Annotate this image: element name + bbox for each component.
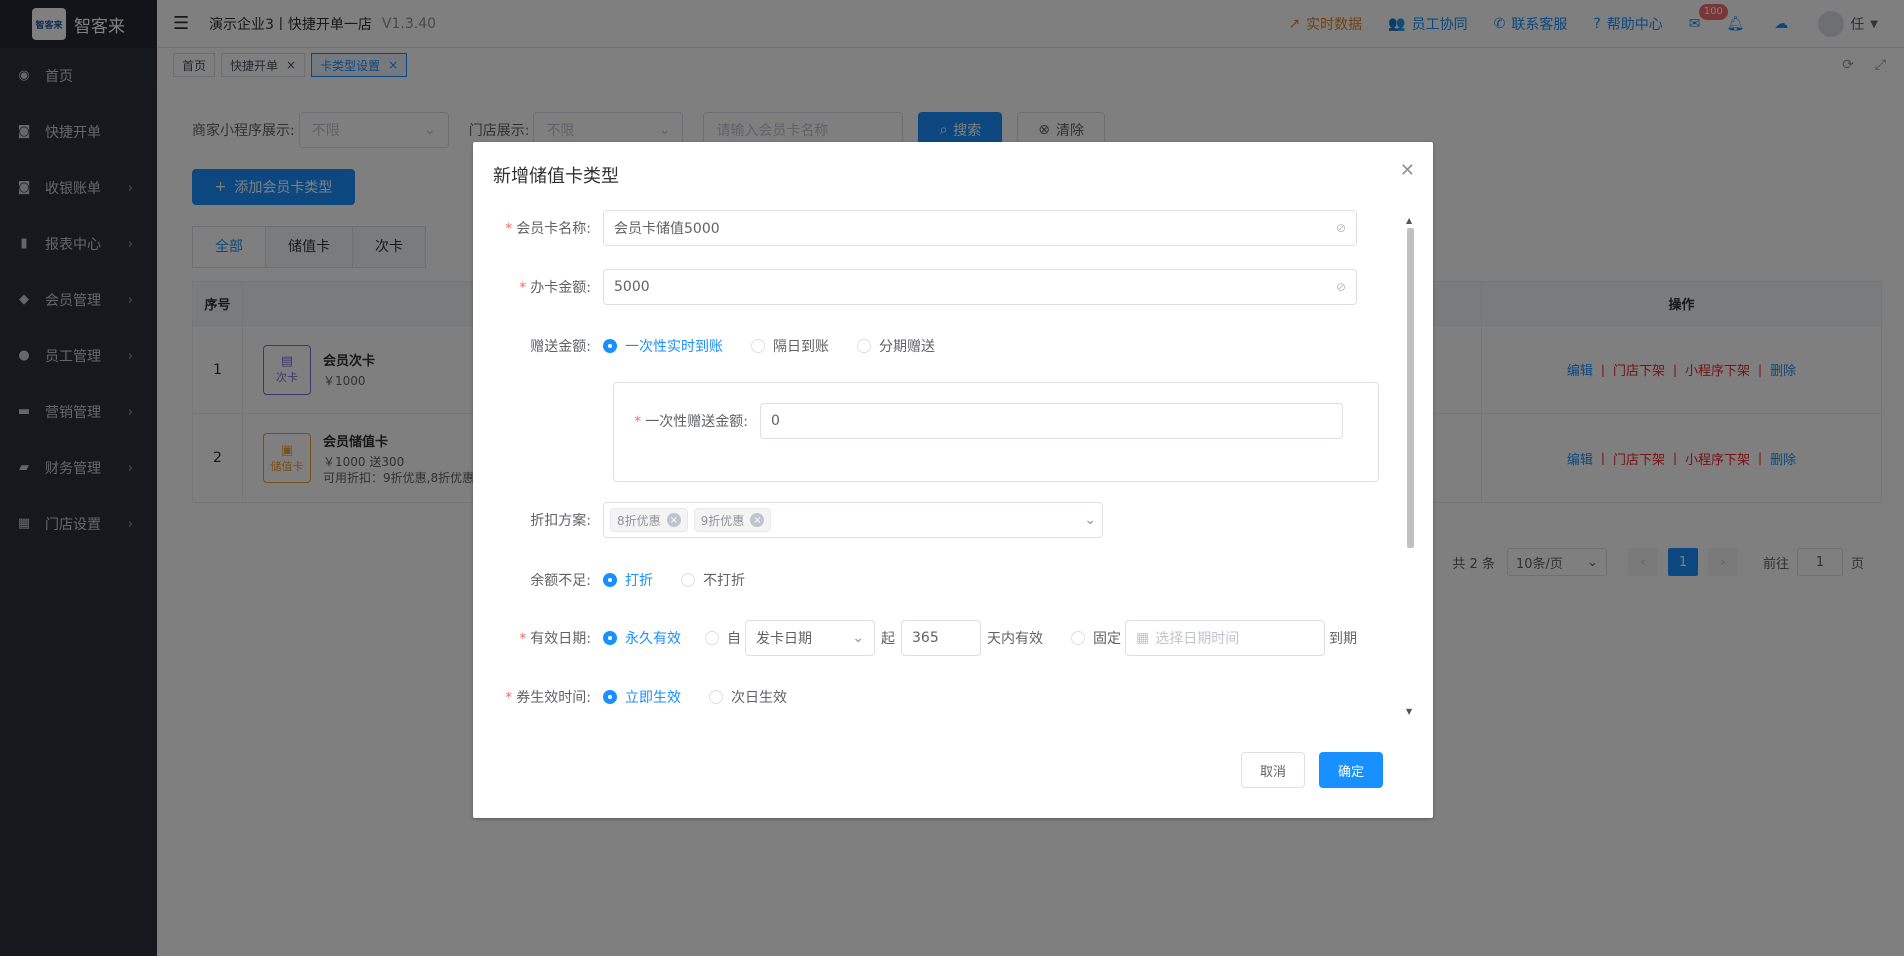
- discount-chips: 8折优惠 × 9折优惠 ×: [610, 508, 777, 532]
- radio-label: 次日生效: [731, 690, 787, 706]
- once-gift-row: * 一次性赠送金额: 0: [614, 403, 1343, 439]
- valid-radio-from[interactable]: 自: [705, 628, 741, 648]
- effect-radio-immediate[interactable]: 立即生效: [603, 687, 681, 707]
- discount-chip: 8折优惠 ×: [610, 508, 688, 532]
- label-text: 有效日期:: [530, 631, 591, 647]
- select-value: 发卡日期: [756, 631, 812, 647]
- input-value: 365: [912, 630, 939, 646]
- radio-dot: [857, 339, 871, 353]
- chevron-down-icon: ⌄: [1084, 512, 1096, 528]
- label-text: 会员卡名称:: [516, 221, 591, 237]
- insufficient-radio-no-discount[interactable]: 不打折: [681, 570, 745, 590]
- valid-days-input[interactable]: 365: [901, 620, 981, 656]
- radio-dot: [603, 339, 617, 353]
- card-amount-input[interactable]: 5000 ⊘: [603, 269, 1357, 305]
- insufficient-balance-row: 余额不足: 打折 不打折: [473, 562, 773, 598]
- radio-label: 隔日到账: [773, 339, 829, 355]
- valid-days-suffix: 天内有效: [987, 631, 1043, 647]
- card-amount-row: * 办卡金额: 5000 ⊘: [473, 269, 1357, 305]
- check-circle-icon: ⊘: [1335, 280, 1346, 294]
- radio-label: 分期赠送: [879, 339, 935, 355]
- radio-label: 一次性实时到账: [625, 339, 723, 355]
- radio-label: 打折: [625, 573, 653, 589]
- radio-label: 永久有效: [625, 631, 681, 647]
- once-gift-input[interactable]: 0: [760, 403, 1343, 439]
- card-amount-label: * 办卡金额:: [519, 280, 591, 296]
- radio-dot: [603, 631, 617, 645]
- chip-close-icon[interactable]: ×: [666, 513, 681, 527]
- radio-dot: [603, 573, 617, 587]
- valid-end-label: 到期: [1329, 631, 1357, 647]
- scroll-thumb[interactable]: [1407, 228, 1414, 548]
- effect-time-row: * 券生效时间: 立即生效 次日生效: [473, 679, 815, 715]
- scroll-up-icon[interactable]: ▲: [1406, 216, 1412, 225]
- valid-start-label: 起: [881, 631, 895, 647]
- gift-amount-row: 赠送金额: 一次性实时到账 隔日到账 分期赠送: [473, 328, 963, 364]
- radio-dot: [751, 339, 765, 353]
- radio-label: 不打折: [703, 573, 745, 589]
- cancel-button[interactable]: 取消: [1240, 752, 1305, 788]
- insufficient-radio-discount[interactable]: 打折: [603, 570, 653, 590]
- dialog-title: 新增储值卡类型: [493, 166, 619, 187]
- chip-close-icon[interactable]: ×: [750, 513, 765, 527]
- dialog-footer: 取消 确定: [1240, 752, 1383, 788]
- radio-label: 自: [727, 631, 741, 647]
- effect-radio-next-day[interactable]: 次日生效: [709, 687, 787, 707]
- gift-radio-instant[interactable]: 一次性实时到账: [603, 336, 723, 356]
- radio-dot: [603, 690, 617, 704]
- card-name-input[interactable]: 会员卡储值5000 ⊘: [603, 210, 1357, 246]
- gift-amount-label: 赠送金额:: [530, 339, 591, 355]
- input-value: 0: [771, 413, 780, 429]
- radio-label: 固定: [1093, 631, 1121, 647]
- gift-radio-installment[interactable]: 分期赠送: [857, 336, 935, 356]
- add-stored-value-card-dialog: 新增储值卡类型 ✕ ▲ ▼ * 会员卡名称: 会员卡储值5000 ⊘ * 办卡金额: …: [473, 142, 1433, 818]
- confirm-button[interactable]: 确定: [1318, 752, 1383, 788]
- radio-label: 立即生效: [625, 690, 681, 706]
- once-gift-label: * 一次性赠送金额:: [634, 414, 748, 430]
- discount-plan-row: 折扣方案: 8折优惠 × 9折优惠 × ⌄: [473, 502, 1103, 538]
- expiry-date-picker[interactable]: ▦ 选择日期时间: [1125, 620, 1325, 656]
- discount-plan-label: 折扣方案:: [530, 513, 591, 529]
- check-circle-icon: ⊘: [1335, 221, 1346, 235]
- radio-dot: [705, 631, 719, 645]
- valid-date-label: * 有效日期:: [519, 631, 591, 647]
- chevron-down-icon: ⌄: [852, 630, 864, 646]
- valid-radio-fixed[interactable]: 固定: [1071, 628, 1121, 648]
- radio-dot: [709, 690, 723, 704]
- valid-date-row: * 有效日期: 永久有效 自 发卡日期 ⌄ 起 365 天内有效 固定 ▦ 选择日期时…: [473, 620, 1357, 656]
- chip-label: 8折优惠: [617, 513, 661, 528]
- label-text: 办卡金额:: [530, 280, 591, 296]
- calendar-icon: ▦: [1136, 630, 1150, 646]
- radio-dot: [681, 573, 695, 587]
- input-value: 5000: [614, 279, 650, 295]
- gift-detail-box: * 一次性赠送金额: 0: [613, 382, 1379, 482]
- dialog-body: ▲ ▼ * 会员卡名称: 会员卡储值5000 ⊘ * 办卡金额: 5000 ⊘ 赠送金额…: [473, 206, 1433, 726]
- close-icon[interactable]: ✕: [1400, 160, 1415, 181]
- dialog-scrollbar[interactable]: ▲ ▼: [1405, 216, 1415, 716]
- input-value: 会员卡储值5000: [614, 221, 720, 237]
- date-placeholder: 选择日期时间: [1155, 631, 1240, 647]
- insufficient-balance-label: 余额不足:: [530, 573, 591, 589]
- chip-label: 9折优惠: [700, 513, 745, 528]
- effect-time-label: * 券生效时间:: [505, 690, 591, 706]
- card-name-row: * 会员卡名称: 会员卡储值5000 ⊘: [473, 210, 1357, 246]
- label-text: 券生效时间:: [516, 690, 591, 706]
- valid-from-select[interactable]: 发卡日期 ⌄: [745, 620, 875, 656]
- discount-chip: 9折优惠 ×: [693, 508, 772, 532]
- radio-dot: [1071, 631, 1085, 645]
- label-text: 一次性赠送金额:: [645, 414, 748, 430]
- card-name-label: * 会员卡名称:: [505, 221, 591, 237]
- discount-plan-select[interactable]: 8折优惠 × 9折优惠 × ⌄: [603, 502, 1103, 538]
- valid-radio-forever[interactable]: 永久有效: [603, 628, 681, 648]
- scroll-down-icon[interactable]: ▼: [1406, 707, 1412, 716]
- gift-radio-next-day[interactable]: 隔日到账: [751, 336, 829, 356]
